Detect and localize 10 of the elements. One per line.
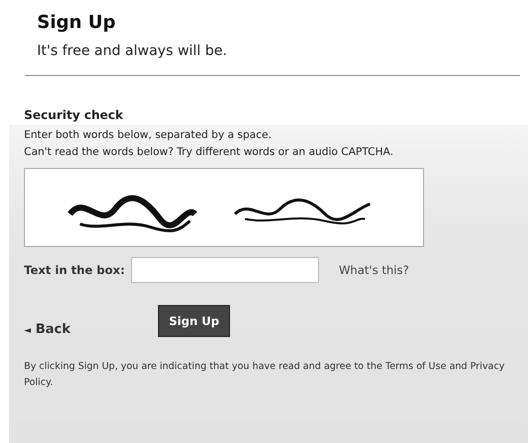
page-title: Sign Up [37,12,117,33]
instruction-text: Enter both words below, separated by a space. [24,129,273,141]
field-label: Text in the box: [24,263,125,277]
back-link[interactable]: ◄ Back [24,322,158,337]
sign-up-button[interactable]: Sign Up [158,305,230,337]
legal-text: By clicking Sign Up, you are indicating that you have read and agree to the Terms of Use and Privacy Policy. [24,360,506,390]
section-title: Security check [24,108,124,122]
instruction-text: Can't read the words below? Try different words or an audio CAPTCHA. [24,146,394,158]
page-subtitle: It's free and always will be. [37,43,228,59]
help-link[interactable]: What's this? [338,263,409,277]
